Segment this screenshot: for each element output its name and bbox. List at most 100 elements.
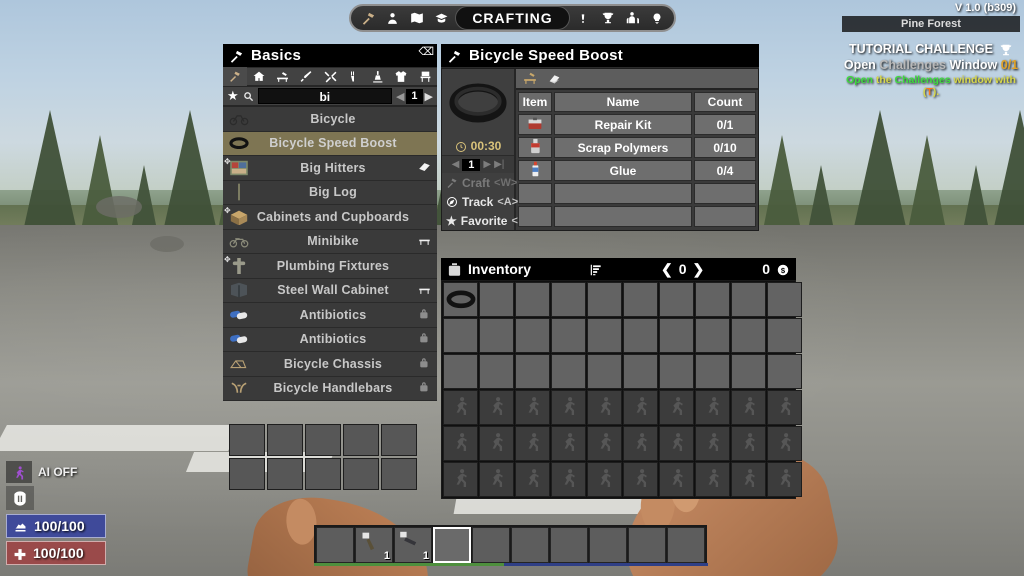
chevron-left-icon[interactable]: ◀ xyxy=(396,90,404,103)
inventory-slot[interactable] xyxy=(443,354,478,389)
favorite-button[interactable]: ★ Favorite <S> xyxy=(442,211,532,230)
inventory-slot[interactable] xyxy=(479,354,514,389)
map-icon[interactable] xyxy=(406,8,428,28)
hotbar[interactable]: 11 xyxy=(314,525,707,565)
recipe-list-item[interactable]: ✥ Cabinets and Cupboards xyxy=(223,205,437,230)
craft-button[interactable]: Craft <W> xyxy=(442,173,517,192)
equipment-slot[interactable] xyxy=(343,458,379,490)
inventory-slot[interactable] xyxy=(731,354,766,389)
inventory-slot[interactable] xyxy=(551,318,586,353)
inventory-slot[interactable] xyxy=(623,282,658,317)
recipe-list-item[interactable]: Bicycle Speed Boost xyxy=(223,131,437,156)
inventory-slot[interactable] xyxy=(587,282,622,317)
expand-icon[interactable]: ✥ xyxy=(224,255,231,264)
lock-icon[interactable] xyxy=(415,356,433,372)
inventory-slot[interactable] xyxy=(515,354,550,389)
inventory-slot[interactable] xyxy=(731,282,766,317)
equipment-slot[interactable] xyxy=(305,424,341,456)
equipment-slot[interactable] xyxy=(343,424,379,456)
hotbar-slot[interactable]: 1 xyxy=(394,527,432,563)
book-icon[interactable] xyxy=(546,70,563,88)
inventory-slot[interactable] xyxy=(659,282,694,317)
inventory-slot[interactable] xyxy=(731,318,766,353)
hammer-icon[interactable] xyxy=(357,8,379,28)
lock-icon[interactable] xyxy=(415,307,433,323)
inventory-slot[interactable] xyxy=(767,318,802,353)
category-workstation[interactable] xyxy=(271,67,295,86)
inventory-slot[interactable] xyxy=(443,318,478,353)
inventory-slot[interactable] xyxy=(623,318,658,353)
equipment-grid[interactable] xyxy=(229,424,417,490)
ingredient-row[interactable]: Glue 0/4 xyxy=(518,160,756,181)
craft-quantity-stepper[interactable]: ◀ 1 ▶ ▶| xyxy=(442,155,514,173)
category-tab-row[interactable] xyxy=(223,67,437,87)
recipe-search-row[interactable]: ★ bi ⌫ ◀ 1 ▶ xyxy=(223,46,437,107)
trophy-icon[interactable] xyxy=(597,8,619,28)
recipe-list-item[interactable]: ✥ Plumbing Fixtures xyxy=(223,254,437,279)
lock-icon[interactable] xyxy=(415,331,433,347)
inventory-slot[interactable] xyxy=(695,354,730,389)
hotbar-slot[interactable] xyxy=(667,527,705,563)
category-basics[interactable] xyxy=(223,67,247,86)
equipment-slot[interactable] xyxy=(381,424,417,456)
inventory-slot[interactable] xyxy=(695,282,730,317)
quest-icon[interactable] xyxy=(572,8,594,28)
recipe-pager[interactable]: ◀ 1 ▶ xyxy=(396,88,433,104)
top-navigation-bar[interactable]: CRAFTING xyxy=(349,4,676,32)
hint-icon[interactable] xyxy=(646,8,668,28)
book-icon[interactable] xyxy=(415,161,433,175)
chevron-right-icon[interactable]: ▶ xyxy=(425,90,433,103)
category-tools[interactable] xyxy=(318,67,342,86)
inventory-slot[interactable] xyxy=(659,354,694,389)
hotbar-slot[interactable] xyxy=(316,527,354,563)
equipment-slot[interactable] xyxy=(381,458,417,490)
inventory-slot[interactable] xyxy=(515,282,550,317)
sort-icon[interactable] xyxy=(589,261,603,277)
chevron-right-icon[interactable]: ❯ xyxy=(692,261,704,278)
recipe-list-item[interactable]: ✥ Big Hitters xyxy=(223,156,437,181)
inventory-slot[interactable] xyxy=(515,318,550,353)
chevron-left-icon[interactable]: ❮ xyxy=(661,261,673,278)
equipment-slot[interactable] xyxy=(267,458,303,490)
inventory-grid[interactable] xyxy=(441,280,802,499)
inventory-slot[interactable] xyxy=(587,354,622,389)
inventory-slot[interactable] xyxy=(767,282,802,317)
inventory-slot[interactable] xyxy=(767,354,802,389)
recipe-list-item[interactable]: Minibike xyxy=(223,229,437,254)
backspace-icon[interactable]: ⌫ xyxy=(418,45,434,58)
character-icon[interactable] xyxy=(382,8,404,28)
hotbar-slot[interactable] xyxy=(550,527,588,563)
equipment-slot[interactable] xyxy=(305,458,341,490)
party-icon[interactable] xyxy=(621,8,643,28)
hotbar-slot[interactable] xyxy=(511,527,549,563)
recipe-list-item[interactable]: Antibiotics xyxy=(223,327,437,352)
inventory-slot[interactable] xyxy=(623,354,658,389)
hotbar-slot[interactable] xyxy=(628,527,666,563)
ingredient-row[interactable]: Scrap Polymers 0/10 xyxy=(518,137,756,158)
hotbar-slot[interactable] xyxy=(433,527,471,563)
inventory-slot[interactable] xyxy=(551,282,586,317)
expand-icon[interactable]: ✥ xyxy=(224,157,231,166)
inventory-slot[interactable] xyxy=(479,282,514,317)
star-icon[interactable]: ★ xyxy=(227,88,239,104)
expand-icon[interactable]: ✥ xyxy=(224,206,231,215)
ingredient-row[interactable]: Repair Kit 0/1 xyxy=(518,114,756,135)
workbench-icon[interactable] xyxy=(415,234,433,248)
category-building[interactable] xyxy=(247,67,271,86)
inventory-slot[interactable] xyxy=(443,282,478,317)
skills-icon[interactable] xyxy=(431,8,453,28)
equipment-slot[interactable] xyxy=(267,424,303,456)
hotbar-slot[interactable] xyxy=(589,527,627,563)
track-button[interactable]: Track <A> xyxy=(442,192,518,211)
hotbar-slot[interactable]: 1 xyxy=(355,527,393,563)
recipe-list-item[interactable]: Antibiotics xyxy=(223,303,437,328)
max-quantity-icon[interactable]: ▶| xyxy=(494,159,504,170)
inventory-slot[interactable] xyxy=(659,318,694,353)
inventory-slot[interactable] xyxy=(551,354,586,389)
lock-icon[interactable] xyxy=(415,380,433,396)
category-clothing[interactable] xyxy=(389,67,413,86)
workbench-icon[interactable] xyxy=(522,70,538,88)
hotbar-slot[interactable] xyxy=(472,527,510,563)
category-food[interactable] xyxy=(342,67,366,86)
recipe-list-item[interactable]: Steel Wall Cabinet xyxy=(223,278,437,303)
